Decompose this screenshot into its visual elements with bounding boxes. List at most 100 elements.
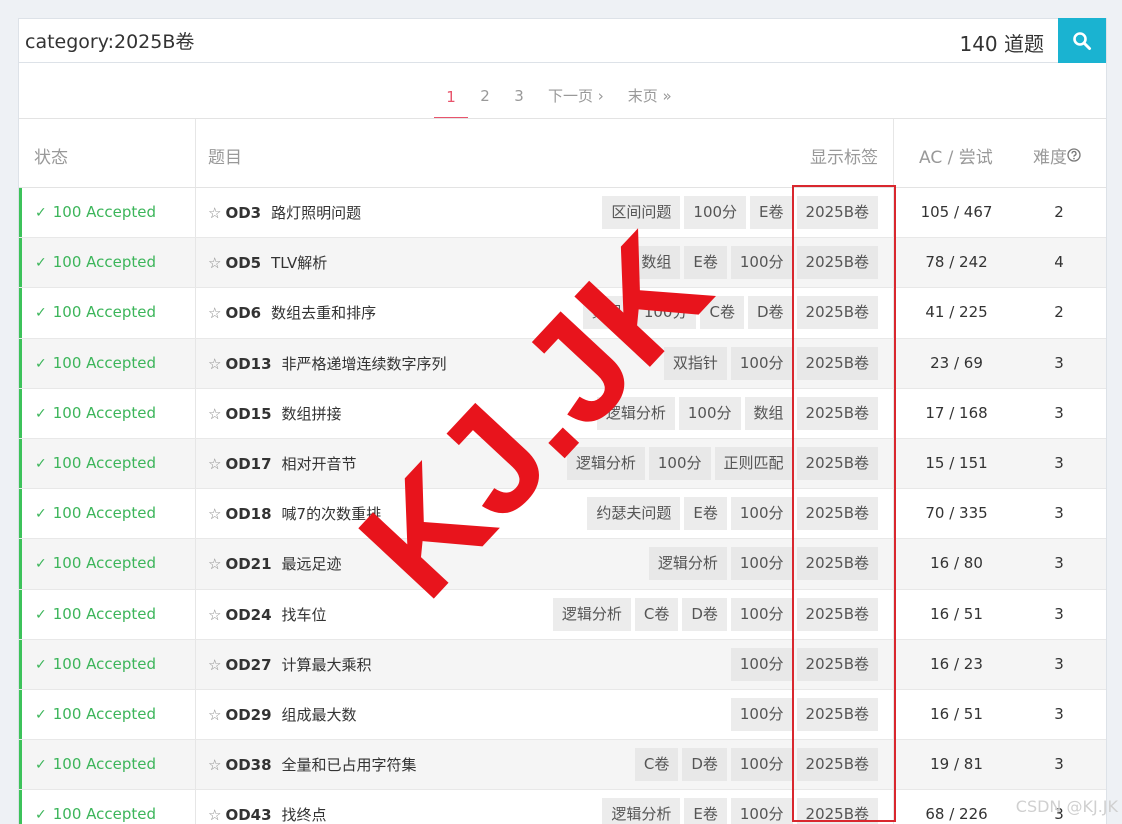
next-page-link[interactable]: 下一页 › (536, 76, 616, 118)
problem-code[interactable]: OD15 (225, 405, 271, 423)
status-link[interactable]: ✓ 100 Accepted (35, 805, 156, 823)
tag[interactable]: 100分 (730, 497, 793, 531)
problem-title[interactable]: ☆ OD3 路灯照明问题 (208, 202, 361, 223)
tag[interactable]: 2025B卷 (796, 346, 878, 380)
search-input[interactable] (19, 19, 919, 62)
tag[interactable]: 2025B卷 (796, 446, 878, 480)
problem-title[interactable]: ☆ OD13 非严格递增连续数字序列 (208, 353, 447, 374)
tag[interactable]: 100分 (730, 647, 793, 681)
problem-title[interactable]: ☆ OD24 找车位 (208, 604, 327, 625)
page-link-3[interactable]: 3 (502, 76, 536, 118)
tag[interactable]: 逻辑分析 (596, 396, 675, 430)
tag[interactable]: 双指针 (663, 346, 727, 380)
tag[interactable]: 100分 (730, 697, 793, 731)
problem-title[interactable]: ☆ OD17 相对开音节 (208, 453, 357, 474)
star-icon[interactable]: ☆ (208, 806, 221, 824)
tag[interactable]: 2025B卷 (796, 647, 878, 681)
problem-code[interactable]: OD27 (225, 656, 271, 674)
star-icon[interactable]: ☆ (208, 455, 221, 473)
problem-title[interactable]: ☆ OD21 最远足迹 (208, 553, 342, 574)
header-title[interactable]: 题目 (208, 143, 242, 168)
table-row[interactable]: ✓ 100 Accepted ☆ OD3 路灯照明问题 区间问题 100分 E卷 2025B卷 1… (19, 188, 1106, 239)
status-link[interactable]: ✓ 100 Accepted (35, 203, 156, 221)
status-link[interactable]: ✓ 100 Accepted (35, 454, 156, 472)
problem-title[interactable]: ☆ OD38 全量和已占用字符集 (208, 754, 417, 775)
tag[interactable]: 约瑟夫问题 (587, 497, 681, 531)
problem-name[interactable]: 相对开音节 (282, 455, 357, 473)
tag[interactable]: 2025B卷 (796, 748, 878, 782)
status-link[interactable]: ✓ 100 Accepted (35, 253, 156, 271)
tag[interactable]: D卷 (682, 597, 727, 631)
star-icon[interactable]: ☆ (208, 606, 221, 624)
table-row[interactable]: ✓ 100 Accepted ☆ OD6 数组去重和排序 数组 100分 C卷 D卷 2025B卷… (19, 288, 1106, 339)
page-link-1[interactable]: 1 (434, 77, 468, 119)
problem-name[interactable]: TLV解析 (271, 254, 327, 272)
tag[interactable]: 区间问题 (602, 196, 681, 229)
problem-code[interactable]: OD38 (225, 756, 271, 774)
tag[interactable]: 100分 (648, 446, 711, 480)
problem-code[interactable]: OD17 (225, 455, 271, 473)
table-row[interactable]: ✓ 100 Accepted ☆ OD13 非严格递增连续数字序列 双指针 100分 2025… (19, 338, 1106, 389)
problem-name[interactable]: 找终点 (282, 806, 327, 824)
table-row[interactable]: ✓ 100 Accepted ☆ OD43 找终点 逻辑分析 E卷 100分 2025B卷 68 … (19, 790, 1106, 824)
tag[interactable]: 100分 (730, 547, 793, 581)
problem-name[interactable]: 非严格递增连续数字序列 (282, 355, 447, 373)
tag[interactable]: 数组 (632, 246, 681, 280)
tag[interactable]: 2025B卷 (796, 597, 878, 631)
table-row[interactable]: ✓ 100 Accepted ☆ OD29 组成最大数 100分 2025B卷 16 / 51… (19, 689, 1106, 741)
table-row[interactable]: ✓ 100 Accepted ☆ OD5 TLV解析 数组 E卷 100分 2025B卷 78 /… (19, 238, 1106, 289)
status-link[interactable]: ✓ 100 Accepted (35, 354, 156, 372)
problem-name[interactable]: 路灯照明问题 (271, 204, 361, 222)
tag[interactable]: C卷 (700, 296, 744, 330)
tag[interactable]: 100分 (678, 396, 741, 430)
status-link[interactable]: ✓ 100 Accepted (35, 605, 156, 623)
tag[interactable]: C卷 (634, 748, 679, 782)
problem-title[interactable]: ☆ OD15 数组拼接 (208, 403, 342, 424)
status-link[interactable]: ✓ 100 Accepted (35, 705, 156, 723)
tag[interactable]: 100分 (684, 196, 747, 229)
problem-name[interactable]: 计算最大乘积 (282, 656, 372, 674)
header-show-tags[interactable]: 显示标签 (810, 143, 878, 168)
star-icon[interactable]: ☆ (208, 304, 221, 322)
star-icon[interactable]: ☆ (208, 756, 221, 774)
problem-title[interactable]: ☆ OD43 找终点 (208, 804, 327, 824)
tag[interactable]: 逻辑分析 (566, 446, 645, 480)
star-icon[interactable]: ☆ (208, 555, 221, 573)
tag[interactable]: 100分 (730, 597, 793, 631)
tag[interactable]: 2025B卷 (796, 798, 878, 824)
star-icon[interactable]: ☆ (208, 505, 221, 523)
problem-title[interactable]: ☆ OD18 喊7的次数重排 (208, 503, 381, 524)
problem-name[interactable]: 数组去重和排序 (271, 304, 376, 322)
tag[interactable]: 100分 (730, 748, 793, 782)
problem-code[interactable]: OD43 (225, 806, 271, 824)
tag[interactable]: 2025B卷 (796, 296, 878, 330)
status-link[interactable]: ✓ 100 Accepted (35, 655, 156, 673)
tag[interactable]: 2025B卷 (796, 697, 878, 731)
header-status[interactable]: 状态 (34, 143, 68, 168)
problem-name[interactable]: 最远足迹 (282, 555, 342, 573)
table-row[interactable]: ✓ 100 Accepted ☆ OD17 相对开音节 逻辑分析 100分 正则匹配 2025B… (19, 438, 1106, 490)
tag[interactable]: 数组 (582, 296, 631, 330)
table-row[interactable]: ✓ 100 Accepted ☆ OD18 喊7的次数重排 约瑟夫问题 E卷 100分 2025… (19, 489, 1106, 540)
tag[interactable]: E卷 (684, 497, 727, 531)
problem-code[interactable]: OD24 (225, 606, 271, 624)
status-link[interactable]: ✓ 100 Accepted (35, 404, 156, 422)
tag[interactable]: 逻辑分析 (552, 597, 631, 631)
search-button[interactable] (1058, 18, 1106, 63)
problem-code[interactable]: OD3 (225, 204, 261, 222)
problem-name[interactable]: 找车位 (282, 606, 327, 624)
problem-title[interactable]: ☆ OD29 组成最大数 (208, 704, 357, 725)
star-icon[interactable]: ☆ (208, 254, 221, 272)
help-circle-icon[interactable] (1067, 148, 1081, 162)
tag[interactable]: E卷 (750, 196, 793, 229)
tag[interactable]: 100分 (634, 296, 697, 330)
header-difficulty[interactable]: 难度 (1033, 143, 1081, 168)
tag[interactable]: 数组 (744, 396, 793, 430)
table-row[interactable]: ✓ 100 Accepted ☆ OD15 数组拼接 逻辑分析 100分 数组 2025B卷 17… (19, 388, 1106, 439)
problem-code[interactable]: OD5 (225, 254, 261, 272)
problem-name[interactable]: 全量和已占用字符集 (282, 756, 417, 774)
table-row[interactable]: ✓ 100 Accepted ☆ OD24 找车位 逻辑分析 C卷 D卷 100分 2025B卷 1… (19, 589, 1106, 640)
tag[interactable]: 100分 (730, 798, 793, 824)
tag[interactable]: 100分 (730, 346, 793, 380)
tag[interactable]: 100分 (730, 246, 793, 280)
